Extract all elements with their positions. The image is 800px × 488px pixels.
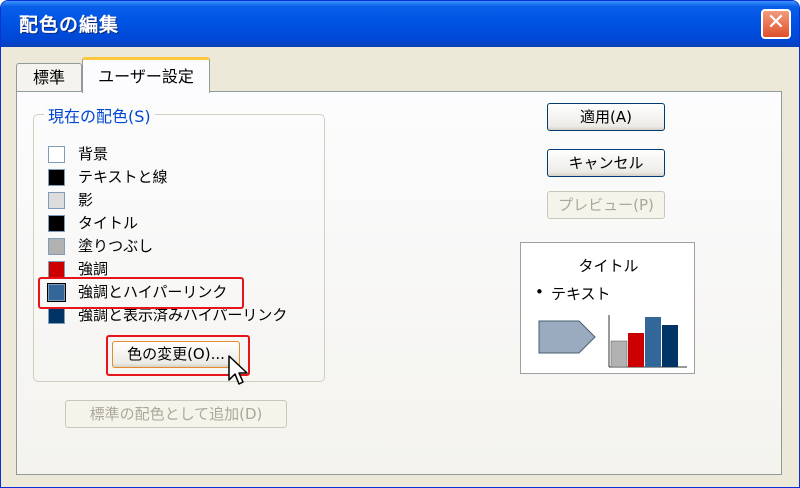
swatch-title [48, 215, 65, 232]
preview-bar-2 [628, 333, 644, 367]
close-button[interactable]: ✕ [761, 9, 791, 39]
scheme-item-background[interactable]: 背景 [48, 143, 318, 165]
tab-panel-user-settings: 現在の配色(S) 背景 テキストと線 影 タイトル 塗りつぶし 強調 強調とハイ… [16, 91, 782, 475]
dialog-window: 配色の編集 ✕ 標準 ユーザー設定 現在の配色(S) 背景 テキストと線 影 タ… [0, 0, 800, 488]
scheme-preview-pane: タイトル • テキスト [520, 242, 695, 374]
scheme-item-label: タイトル [78, 214, 139, 232]
cancel-button[interactable]: キャンセル [547, 149, 665, 177]
tab-standard[interactable]: 標準 [16, 63, 82, 92]
window-title: 配色の編集 [19, 14, 120, 36]
close-icon: ✕ [766, 10, 786, 35]
current-scheme-group: 現在の配色(S) 背景 テキストと線 影 タイトル 塗りつぶし 強調 強調とハイ… [33, 103, 325, 385]
swatch-background [48, 146, 65, 163]
preview-arrow-shape [538, 320, 596, 354]
preview-graphics [538, 315, 687, 368]
preview-button[interactable]: プレビュー(P) [547, 191, 665, 219]
scheme-item-shadow[interactable]: 影 [48, 189, 318, 211]
highlight-box-selected-item [38, 277, 244, 309]
dialog-client: 標準 ユーザー設定 現在の配色(S) 背景 テキストと線 影 タイトル 塗りつぶ… [5, 47, 795, 485]
title-bar[interactable]: 配色の編集 ✕ [1, 1, 799, 47]
swatch-shadow [48, 192, 65, 209]
scheme-item-title[interactable]: タイトル [48, 212, 318, 234]
scheme-item-label: 背景 [78, 145, 109, 163]
tab-user-settings[interactable]: ユーザー設定 [82, 57, 210, 93]
current-scheme-label: 現在の配色(S) [44, 103, 155, 127]
preview-bar-3 [645, 317, 661, 367]
swatch-accent [48, 261, 65, 278]
scheme-item-label: 影 [78, 191, 94, 209]
scheme-item-text-and-lines[interactable]: テキストと線 [48, 166, 318, 188]
scheme-item-fill[interactable]: 塗りつぶし [48, 235, 318, 257]
swatch-fill [48, 238, 65, 255]
mouse-cursor-icon [228, 355, 248, 385]
swatch-text-and-lines [48, 169, 65, 186]
preview-bar-4 [662, 325, 678, 367]
apply-button[interactable]: 適用(A) [547, 103, 665, 131]
scheme-item-label: 塗りつぶし [78, 237, 154, 255]
swatch-accent-followed-hyperlink [48, 307, 65, 324]
preview-bar-1 [610, 340, 628, 368]
scheme-item-label: テキストと線 [78, 168, 168, 186]
add-as-standard-button[interactable]: 標準の配色として追加(D) [65, 400, 287, 428]
